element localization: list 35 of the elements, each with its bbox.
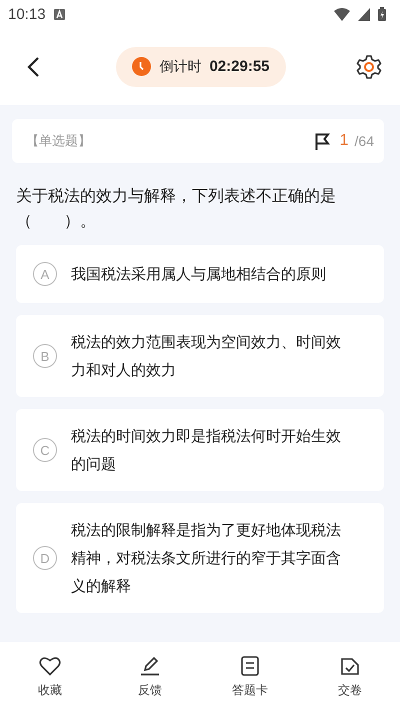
signal-icon xyxy=(358,8,370,20)
option-letter: B xyxy=(33,344,57,368)
option-text: 税法的效力范围表现为空间效力、时间效力和对人的效力 xyxy=(71,332,342,381)
status-time: 10:13 xyxy=(8,6,46,22)
answer-option[interactable]: C 税法的时间效力即是指税法何时开始生效的问题 xyxy=(16,409,384,491)
option-text: 税法的时间效力即是指税法何时开始生效的问题 xyxy=(71,426,342,475)
wifi-icon xyxy=(334,8,350,20)
checked-page-icon xyxy=(339,656,361,676)
answer-option[interactable]: A 我国税法采用属人与属地相结合的原则 xyxy=(16,245,384,303)
question-total: /64 xyxy=(354,133,374,149)
question-text: 关于税法的效力与解释，下列表述不正确的是（ ）。 xyxy=(16,185,337,232)
battery-icon xyxy=(378,7,386,21)
option-text: 我国税法采用属人与属地相结合的原则 xyxy=(71,264,326,285)
document-icon xyxy=(239,656,261,676)
feedback-button[interactable]: 反馈 xyxy=(100,656,200,698)
flag-icon xyxy=(314,132,330,150)
option-text: 税法的限制解释是指为了更好地体现税法精神，对税法条文所进行的窄于其字面含义的解释 xyxy=(71,520,342,597)
answer-option[interactable]: B 税法的效力范围表现为空间效力、时间效力和对人的效力 xyxy=(16,315,384,397)
timer-value: 02:29:55 xyxy=(209,58,270,75)
question-number: 1 xyxy=(340,132,349,150)
submit-button[interactable]: 交卷 xyxy=(300,656,400,698)
heart-icon xyxy=(39,656,61,676)
question-type: 【单选题】 xyxy=(26,133,91,150)
pencil-icon xyxy=(139,656,161,676)
answer-option[interactable]: D 税法的限制解释是指为了更好地体现税法精神，对税法条文所进行的窄于其字面含义的解释 xyxy=(16,503,384,613)
option-letter: C xyxy=(33,438,57,462)
settings-icon xyxy=(356,54,382,80)
notification-icon xyxy=(54,8,65,20)
back-icon xyxy=(26,56,40,78)
card-button[interactable]: 答题卡 xyxy=(200,656,300,698)
favorite-button[interactable]: 收藏 xyxy=(0,656,100,698)
clock-icon xyxy=(132,57,152,76)
timer-label: 倒计时 xyxy=(159,58,202,76)
option-letter: A xyxy=(33,262,57,286)
option-letter: D xyxy=(33,546,57,570)
